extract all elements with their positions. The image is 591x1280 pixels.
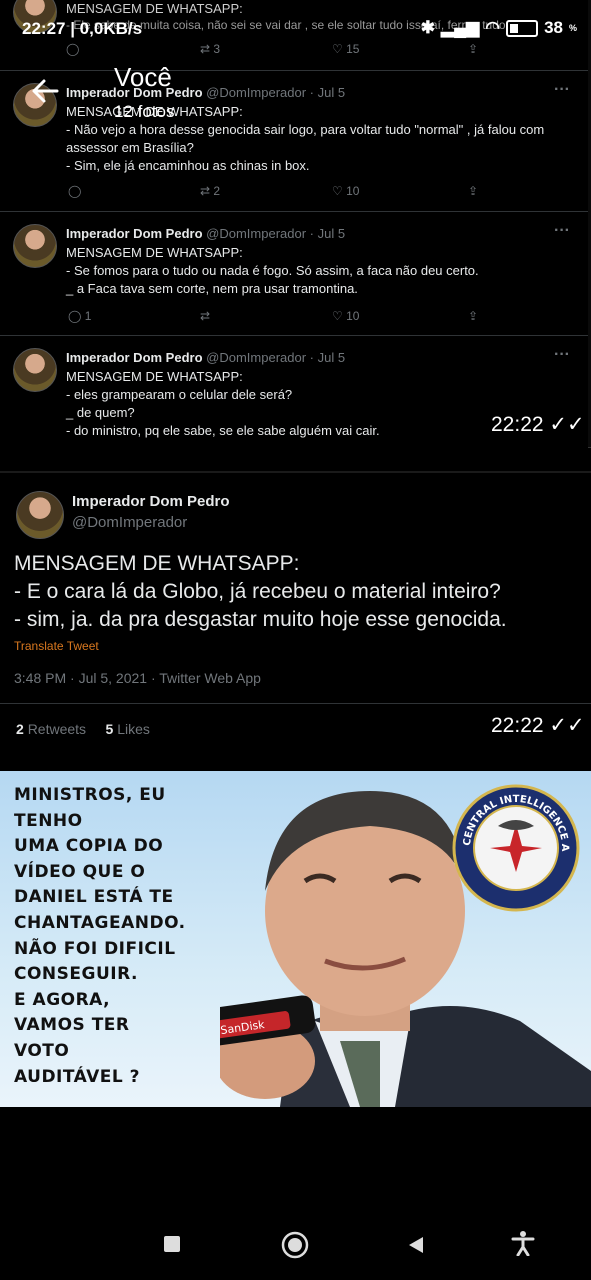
divider [0,703,591,704]
retweet-icon: ⇄ 3 [200,42,221,56]
more-icon[interactable]: ··· [554,346,570,364]
recents-button[interactable] [164,1236,180,1252]
tweet-text: MENSAGEM DE WHATSAPP: - E o cara lá da G… [14,552,507,631]
home-button[interactable] [281,1231,309,1259]
avatar [16,491,64,539]
status-time: 22:27 | 0,0KB/s [22,19,143,38]
more-icon[interactable]: ··· [554,222,570,240]
like-icon[interactable]: ♡ 10 [332,184,359,198]
message-timestamp: 22:22 ✓✓ [491,413,585,436]
message-timestamp: 22:22 ✓✓ [491,714,585,737]
avatar [13,224,57,268]
navigation-bar [0,1212,591,1280]
tweet-stats: 2 Retweets 5 Likes [16,721,150,737]
like-icon[interactable]: ♡ 10 [332,309,359,323]
reply-icon: ◯ [66,42,80,56]
retweet-icon[interactable]: ⇄ [200,309,210,323]
share-icon: ⇪ [468,42,479,56]
tweet-meta: 3:48 PM · Jul 5, 2021 · Twitter Web App [14,670,261,686]
double-check-icon: ✓✓ [549,413,585,436]
wifi-icon: ◠ [485,18,501,37]
tweet-header: Imperador Dom Pedro @DomImperador · Jul … [66,226,346,241]
double-check-icon: ✓✓ [549,714,585,737]
meme-caption: MINISTROS, EU TENHO UMA COPIA DO VÍDEO Q… [14,785,186,1087]
author-name: Imperador Dom Pedro [72,493,230,510]
tweet-list-screenshot[interactable]: MENSAGEM DE WHATSAPP: - Ele sabe de muit… [0,0,591,448]
tweet-item[interactable]: Imperador Dom Pedro @DomImperador · Jul … [0,211,588,335]
status-icons: ✱ ▂▄▆ ◠ 38% [420,18,577,37]
tweet-header: Imperador Dom Pedro @DomImperador · Jul … [66,350,346,365]
tweet-text: MENSAGEM DE WHATSAPP: - Se fomos para o … [66,245,479,296]
battery-icon [506,19,539,37]
back-arrow-icon[interactable] [30,76,60,106]
photo-count: 12 fotos [114,102,175,121]
cia-seal-icon: CENTRAL INTELLIGENCE AGENCY [452,784,580,912]
signal-icon: ▂▄▆ [441,18,480,37]
author-handle: @DomImperador [72,514,188,531]
more-icon[interactable]: ··· [554,81,570,99]
accessibility-icon[interactable] [510,1230,536,1256]
avatar [13,348,57,392]
like-icon: ♡ 15 [332,42,360,56]
retweet-icon[interactable]: ⇄ 2 [200,184,220,198]
tweet-header: Imperador Dom Pedro @DomImperador · Jul … [66,85,346,100]
bluetooth-icon: ✱ [420,18,436,37]
reply-icon[interactable]: ◯ [68,184,81,198]
back-button[interactable] [406,1235,426,1255]
translate-link[interactable]: Translate Tweet [14,639,99,653]
share-icon[interactable]: ⇪ [468,309,478,323]
album-title: Você [114,62,172,92]
meme-image[interactable]: MINISTROS, EU TENHO UMA COPIA DO VÍDEO Q… [0,771,591,1107]
tweet-item[interactable]: Imperador Dom Pedro @DomImperador · Jul … [0,70,588,211]
reply-icon[interactable]: ◯ 1 [68,309,91,323]
share-icon[interactable]: ⇪ [468,184,478,198]
battery-level: 38 [544,18,563,37]
tweet-detail-screenshot[interactable]: Imperador Dom Pedro @DomImperador MENSAG… [0,471,591,749]
